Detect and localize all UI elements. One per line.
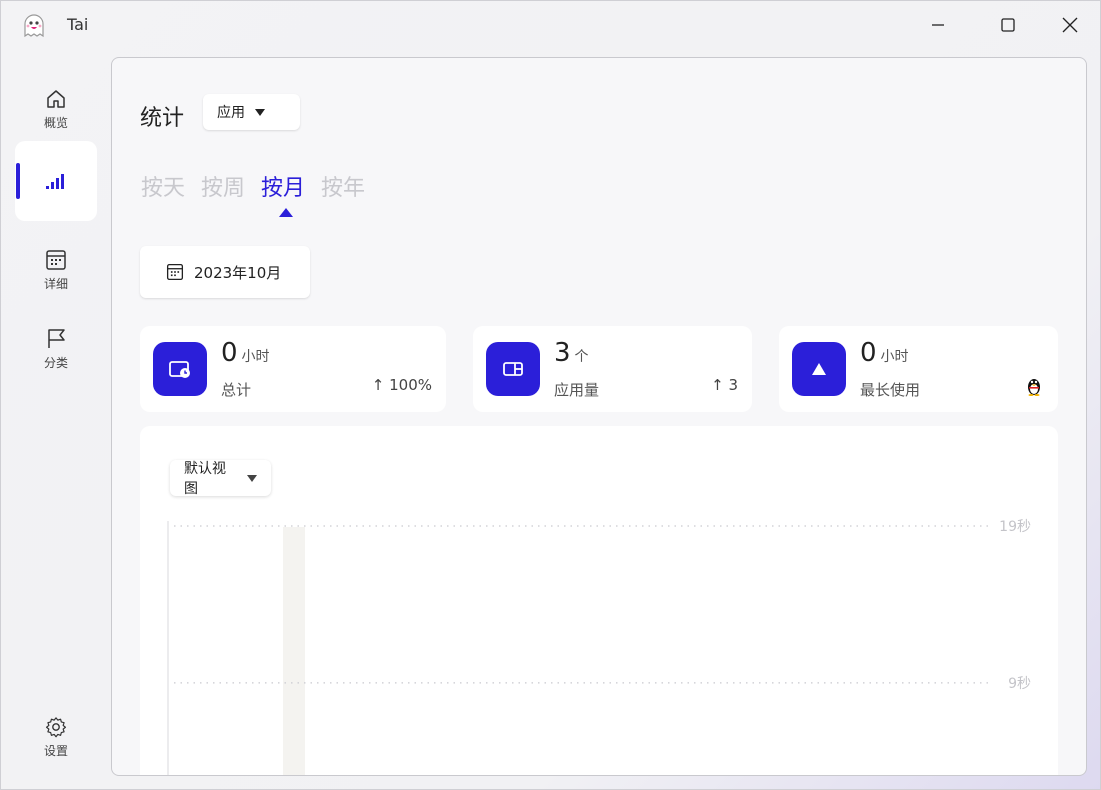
flag-icon [48, 328, 65, 348]
period-tabs: 按天 按周 按月 按年 [141, 170, 365, 202]
gear-icon [45, 716, 67, 737]
type-dropdown-value: 应用 [217, 105, 245, 121]
calendar-icon [46, 249, 66, 270]
page-title: 统计 [140, 106, 185, 131]
home-icon [47, 89, 65, 108]
sidebar: 概览 详细 分类 设置 [1, 57, 111, 790]
stat-label: 最长使用 [860, 381, 921, 399]
sidebar-item-label: 分类 [43, 355, 68, 370]
stat-value: 3个 [554, 338, 589, 368]
y-tick-label: 9秒 [1008, 676, 1031, 692]
clock-window-icon [153, 342, 207, 396]
date-picker-button[interactable]: 2023年10月 [140, 246, 310, 298]
date-label: 2023年10月 [194, 263, 282, 282]
type-dropdown[interactable]: 应用 [203, 94, 300, 130]
caret-down-icon [255, 108, 265, 116]
qq-penguin-icon [1026, 376, 1042, 400]
tab-year[interactable]: 按年 [321, 170, 365, 202]
triangle-icon [792, 342, 846, 396]
tab-day[interactable]: 按天 [141, 170, 185, 202]
main-panel: 统计 应用 按天 按周 按月 按年 2023年10月 0 小时 总计 ↑ 100… [111, 57, 1087, 776]
sidebar-item-settings[interactable]: 设置 [15, 697, 97, 777]
active-tab-pointer-icon [279, 208, 293, 217]
stat-value: 0 小时 [221, 338, 270, 368]
stat-card-longest-use: 0 小时 最长使用 [779, 326, 1058, 412]
bar-chart-icon [46, 174, 64, 189]
app-window-icon [486, 342, 540, 396]
calendar-icon [166, 263, 184, 281]
maximize-button[interactable] [986, 9, 1030, 41]
stat-label: 应用量 [554, 381, 600, 399]
sidebar-item-overview[interactable]: 概览 [15, 69, 97, 149]
app-window: Tai 概览 详细 分类 设置 统计 应用 按天 按周 按月 按年 2023年1… [0, 0, 1101, 790]
chart-panel: 默认视图 19秒 9秒 [140, 426, 1058, 775]
sidebar-item-label: 设置 [43, 743, 68, 758]
stat-trend: ↑ 3 [711, 376, 738, 394]
stat-unit: 小时 [880, 349, 909, 365]
close-button[interactable] [1048, 9, 1092, 41]
app-title: Tai [67, 15, 89, 34]
tab-week[interactable]: 按周 [201, 170, 245, 202]
active-nav-indicator [16, 163, 20, 199]
maximize-icon [1001, 18, 1015, 32]
minimize-icon [932, 24, 944, 26]
usage-chart: 19秒 9秒 [167, 519, 1031, 775]
sidebar-item-label: 概览 [43, 115, 68, 130]
sidebar-item-details[interactable]: 详细 [15, 230, 97, 310]
sidebar-item-statistics[interactable] [15, 141, 97, 221]
stat-unit: 小时 [241, 349, 270, 365]
stat-unit: 个 [574, 349, 589, 365]
stat-trend: ↑ 100% [371, 376, 432, 394]
stat-card-total: 0 小时 总计 ↑ 100% [140, 326, 446, 412]
ghost-logo-icon [21, 12, 47, 38]
minimize-button[interactable] [916, 9, 960, 41]
stat-label: 总计 [221, 381, 252, 399]
sidebar-item-categories[interactable]: 分类 [15, 309, 97, 389]
sidebar-item-label: 详细 [43, 276, 68, 291]
close-icon [1062, 17, 1078, 33]
y-tick-label: 19秒 [999, 519, 1031, 535]
hover-column-band [283, 527, 305, 775]
tab-month[interactable]: 按月 [261, 170, 305, 202]
title-bar: Tai [1, 1, 1100, 49]
stat-value: 0 小时 [860, 338, 909, 368]
stat-card-app-count: 3个 应用量 ↑ 3 [473, 326, 752, 412]
